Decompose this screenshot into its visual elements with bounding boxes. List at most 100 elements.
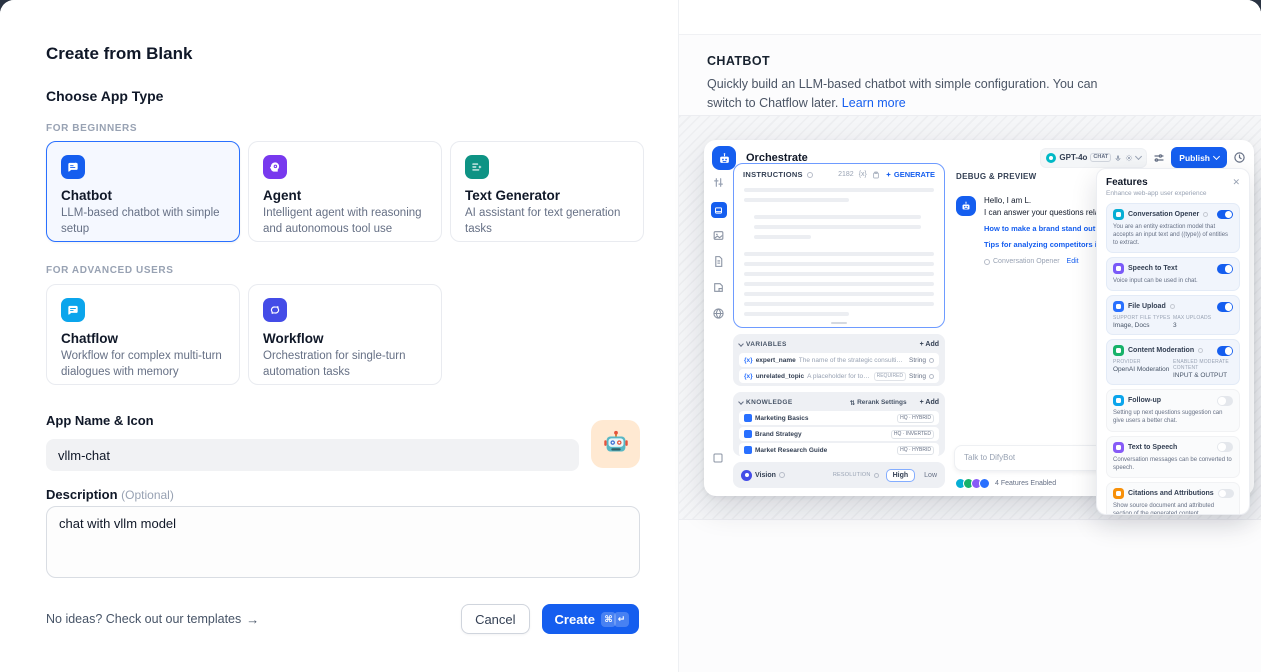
variables-panel: VARIABLES + Add {x} expert_name The name… xyxy=(733,334,945,386)
preview-description: Quickly build an LLM-based chatbot with … xyxy=(707,75,1117,113)
rail-collapse-icon xyxy=(712,452,724,464)
feature-card-text-to-speech: Text to Speech Conversation messages can… xyxy=(1106,436,1240,478)
variable-row: {x} unrelated_topic A placeholder for to… xyxy=(739,369,939,383)
feature-card-follow-up: Follow-up Setting up next questions sugg… xyxy=(1106,389,1240,431)
optional-hint: (Optional) xyxy=(121,488,174,502)
feature-name: Follow-up xyxy=(1128,397,1161,404)
publish-label: Publish xyxy=(1179,153,1210,163)
chatbot-icon xyxy=(61,155,85,179)
feature-card-conversation-opener: Conversation Opener You are an entity ex… xyxy=(1106,203,1240,253)
chevron-down-icon xyxy=(1135,153,1142,160)
app-type-desc: AI assistant for text generation tasks xyxy=(465,206,629,237)
edit-link: Edit xyxy=(1067,258,1079,265)
create-button[interactable]: Create ⌘ ↵ xyxy=(542,604,639,634)
app-type-card-chatflow[interactable]: Chatflow Workflow for complex multi-turn… xyxy=(46,284,240,385)
generate-label: GENERATE xyxy=(894,170,935,179)
variable-desc: A placeholder for topics... xyxy=(807,373,871,380)
generate-button: GENERATE xyxy=(885,170,935,179)
templates-link-text: No ideas? Check out our templates xyxy=(46,612,241,626)
resolution-label: RESOLUTION xyxy=(833,472,871,478)
knowledge-name: Marketing Basics xyxy=(755,415,894,422)
info-icon xyxy=(779,472,785,478)
feature-desc: Voice input can be used in chat. xyxy=(1113,277,1233,285)
preview-top-strip xyxy=(679,0,1261,35)
close-icon: ✕ xyxy=(1232,178,1240,187)
variable-settings-icon xyxy=(929,358,934,363)
suggestion-1: How to make a brand stand out? xyxy=(984,224,1100,233)
spark-icon xyxy=(885,171,892,178)
citations-icon xyxy=(1113,488,1124,499)
app-type-desc: Orchestration for single-turn automation… xyxy=(263,349,427,380)
knowledge-name: Brand Strategy xyxy=(755,431,888,438)
feature-card-speech-to-text: Speech to Text Voice input can be used i… xyxy=(1106,257,1240,291)
feature-toggle xyxy=(1217,396,1233,406)
knowledge-badge: HQ · HYBRID xyxy=(897,446,934,455)
file-upload-dot-icon xyxy=(979,478,990,489)
add-label: Add xyxy=(925,399,939,406)
variable-icon: {x} xyxy=(744,373,753,380)
app-name-input[interactable] xyxy=(46,439,579,471)
variables-label: VARIABLES xyxy=(746,341,787,348)
variable-brace-icon: {x} xyxy=(859,171,867,178)
app-type-title: Chatbot xyxy=(61,188,225,203)
templates-link[interactable]: No ideas? Check out our templates → xyxy=(46,612,259,626)
app-type-card-workflow[interactable]: Workflow Orchestration for single-turn a… xyxy=(248,284,442,385)
variable-icon: {x} xyxy=(744,357,753,364)
spec-value: OpenAI Moderation xyxy=(1113,366,1173,373)
robot-face-icon xyxy=(960,200,972,212)
file-upload-icon xyxy=(1113,301,1124,312)
chatflow-icon xyxy=(61,298,85,322)
rerank-label: Rerank Settings xyxy=(857,399,907,406)
speech-to-text-icon xyxy=(1113,263,1124,274)
resize-handle xyxy=(831,322,847,324)
knowledge-row: Marketing Basics HQ · HYBRID xyxy=(739,411,939,425)
advanced-cards-row: Chatflow Workflow for complex multi-turn… xyxy=(46,284,442,385)
rerank-settings-button: ⇅ Rerank Settings xyxy=(850,399,907,407)
app-type-title: Workflow xyxy=(263,331,427,346)
learn-more-link[interactable]: Learn more xyxy=(842,96,906,110)
preview-screenshot-area: Orchestrate GPT-4o CHAT Publish xyxy=(679,115,1261,520)
rail-orchestrate-icon xyxy=(711,202,727,218)
sliders-icon xyxy=(1153,152,1165,164)
app-type-desc: Workflow for complex multi-turn dialogue… xyxy=(61,349,225,380)
rail-sliders-icon xyxy=(712,176,725,189)
app-type-title: Chatflow xyxy=(61,331,225,346)
model-provider-icon xyxy=(1046,153,1056,163)
description-textarea[interactable]: chat with vllm model xyxy=(46,506,640,578)
model-mode-badge: CHAT xyxy=(1090,153,1111,162)
spec-label: ENABLED MODERATE CONTENT xyxy=(1173,359,1233,371)
feature-toggle xyxy=(1217,210,1233,220)
instructions-skeleton xyxy=(734,182,944,316)
app-type-card-chatbot[interactable]: Chatbot LLM-based chatbot with simple se… xyxy=(46,141,240,242)
vision-panel: Vision RESOLUTION High Low xyxy=(733,462,945,488)
variable-name: expert_name xyxy=(756,357,796,364)
dataset-icon xyxy=(744,414,752,422)
vision-icon xyxy=(741,470,752,481)
info-icon xyxy=(1203,212,1208,217)
knowledge-name: Market Research Guide xyxy=(755,447,894,454)
cancel-button[interactable]: Cancel xyxy=(461,604,529,634)
info-icon xyxy=(1170,304,1175,309)
feature-toggle xyxy=(1217,264,1233,274)
app-type-title: Agent xyxy=(263,188,427,203)
app-icon-picker[interactable] xyxy=(591,420,640,468)
app-type-card-text-generator[interactable]: Text Generator AI assistant for text gen… xyxy=(450,141,644,242)
debug-preview-heading: DEBUG & PREVIEW xyxy=(956,172,1037,181)
add-knowledge-button: + Add xyxy=(920,399,939,406)
required-badge: REQUIRED xyxy=(874,372,906,381)
feature-toggle xyxy=(1217,346,1233,356)
app-type-card-agent[interactable]: Agent Intelligent agent with reasoning a… xyxy=(248,141,442,242)
create-button-label: Create xyxy=(555,612,595,627)
feature-toggle xyxy=(1218,489,1234,499)
instructions-panel: INSTRUCTIONS 2182 {x} GENERATE xyxy=(733,163,945,328)
mic-icon xyxy=(1114,154,1122,162)
variable-desc: The name of the strategic consulting... xyxy=(799,357,906,364)
feature-name: Speech to Text xyxy=(1128,265,1177,272)
resolution-low-option: Low xyxy=(924,472,937,479)
variable-type: String xyxy=(909,357,926,364)
for-advanced-users-label: FOR ADVANCED USERS xyxy=(46,265,173,276)
feature-card-citations: Citations and Attributions Show source d… xyxy=(1106,482,1240,515)
feature-desc: Setting up next questions suggestion can… xyxy=(1113,409,1233,425)
conversation-opener-icon xyxy=(1113,209,1124,220)
feature-card-content-moderation: Content Moderation PROVIDER OpenAI Moder… xyxy=(1106,339,1240,385)
